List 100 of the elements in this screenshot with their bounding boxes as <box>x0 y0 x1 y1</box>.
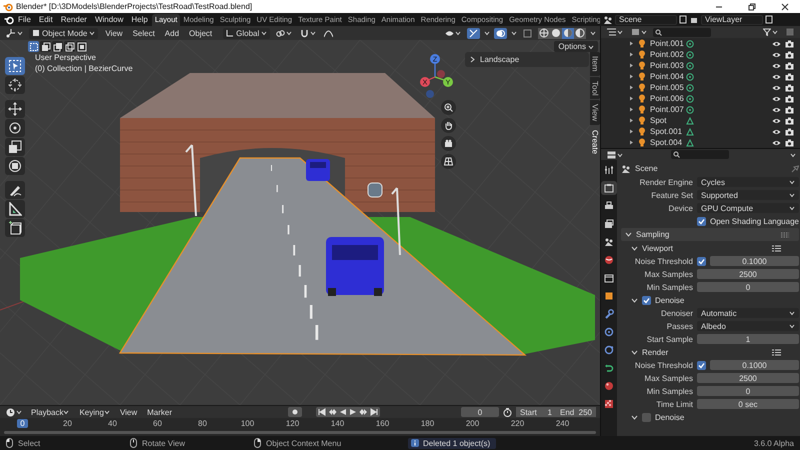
mode-dropdown[interactable]: Object Mode <box>29 28 98 38</box>
number-field[interactable]: 0 <box>697 386 799 396</box>
expand-arrow-icon[interactable] <box>629 96 634 101</box>
menu-item[interactable]: View <box>102 28 126 38</box>
number-field[interactable]: 0 sec <box>697 399 799 409</box>
eye-icon[interactable] <box>772 84 781 92</box>
previous-keyframe-button[interactable] <box>328 408 338 416</box>
subpanel-title[interactable]: Render <box>642 348 668 356</box>
eye-icon[interactable] <box>772 116 781 124</box>
camera-icon[interactable] <box>785 128 794 136</box>
shading-button[interactable] <box>574 28 586 38</box>
properties-tab[interactable] <box>601 181 617 195</box>
number-field[interactable]: 1 <box>697 334 799 344</box>
eye-icon[interactable] <box>772 40 781 48</box>
tool-button[interactable] <box>5 57 25 75</box>
expand-arrow-icon[interactable] <box>629 85 634 90</box>
tool-button[interactable] <box>5 157 25 175</box>
tool-button[interactable] <box>5 76 25 94</box>
next-keyframe-button[interactable] <box>359 408 368 416</box>
tool-button[interactable] <box>5 100 25 118</box>
tool-button[interactable] <box>5 119 25 137</box>
outliner-item[interactable]: Point.003 <box>650 61 682 70</box>
menu-item[interactable]: Object <box>186 28 216 38</box>
select-mode-button[interactable] <box>76 41 87 52</box>
outliner-item[interactable]: Spot.004 <box>650 138 682 147</box>
expand-arrow-icon[interactable] <box>629 118 634 123</box>
menu-item[interactable]: Help <box>127 14 152 25</box>
camera-icon[interactable] <box>785 50 794 58</box>
jump-end-button[interactable] <box>370 408 378 416</box>
shading-button[interactable] <box>562 28 574 38</box>
camera-icon[interactable] <box>785 40 794 48</box>
point-light-icon[interactable] <box>686 50 694 58</box>
menu-item[interactable]: Edit <box>34 14 57 25</box>
search-field[interactable] <box>671 150 729 159</box>
outliner-item[interactable]: Spot.001 <box>650 127 682 136</box>
menu-item[interactable]: Window <box>90 14 128 25</box>
zoom-button[interactable] <box>441 100 456 115</box>
dropdown[interactable]: Supported <box>697 190 799 200</box>
search-field[interactable] <box>653 28 711 36</box>
eye-icon[interactable] <box>772 50 781 58</box>
camera-icon[interactable] <box>785 94 794 102</box>
outliner-item[interactable]: Point.004 <box>650 72 682 81</box>
menu-item[interactable]: Add <box>162 28 182 38</box>
point-light-icon[interactable] <box>686 84 694 92</box>
dropdown[interactable]: Automatic <box>697 308 799 318</box>
menu-item[interactable]: Playback <box>28 408 72 416</box>
checkbox[interactable] <box>642 412 651 422</box>
options-dropdown[interactable]: Options <box>554 41 598 52</box>
outliner-item[interactable]: Point.002 <box>650 50 682 59</box>
tool-button[interactable] <box>5 181 25 199</box>
expand-arrow-icon[interactable] <box>629 74 634 79</box>
xray-button[interactable] <box>521 28 534 38</box>
camera-view-button[interactable] <box>441 136 456 151</box>
camera-icon[interactable] <box>785 116 794 124</box>
expand-arrow-icon[interactable] <box>629 41 634 46</box>
dropdown[interactable]: Cycles <box>697 177 799 187</box>
view-layer-selector[interactable]: ViewLayer <box>701 14 763 24</box>
camera-icon[interactable] <box>785 106 794 114</box>
pin-icon[interactable] <box>790 164 799 172</box>
outliner-item[interactable]: Point.006 <box>650 94 682 103</box>
select-mode-button[interactable] <box>52 41 63 52</box>
display-mode-button[interactable] <box>605 26 625 38</box>
eye-icon[interactable] <box>772 128 781 136</box>
point-light-icon[interactable] <box>686 94 694 102</box>
sidebar-tab[interactable]: Item <box>590 52 600 76</box>
editor-type-button[interactable] <box>4 28 25 38</box>
expand-arrow-icon[interactable] <box>629 129 634 134</box>
proportional-button[interactable] <box>322 28 336 38</box>
camera-icon[interactable] <box>785 138 794 146</box>
menu-item[interactable]: Marker <box>144 408 176 416</box>
spot-light-icon[interactable] <box>686 128 694 136</box>
sidebar-tab[interactable]: View <box>590 100 600 126</box>
expand-arrow-icon[interactable] <box>629 52 634 57</box>
overlay-button[interactable] <box>494 28 507 38</box>
current-frame-field[interactable]: 0 <box>461 407 499 417</box>
expand-arrow-icon[interactable] <box>629 63 634 68</box>
menu-item[interactable]: Keying <box>76 408 113 416</box>
end-frame-field[interactable]: End 250 <box>556 407 596 417</box>
panel-header[interactable]: Landscape <box>465 52 589 67</box>
subpanel-title[interactable]: Denoise <box>655 412 684 422</box>
select-mode-button[interactable] <box>64 41 75 52</box>
editor-type-button[interactable] <box>605 149 625 160</box>
outliner-item[interactable]: Point.005 <box>650 83 682 92</box>
play-reverse-button[interactable] <box>339 408 348 416</box>
dropdown[interactable]: Albedo <box>697 321 799 331</box>
dropdown[interactable]: GPU Compute <box>697 203 799 213</box>
expand-arrow-icon[interactable] <box>629 107 634 112</box>
play-button[interactable] <box>349 408 358 416</box>
start-frame-field[interactable]: Start 1 <box>516 407 556 417</box>
orientation-dropdown[interactable]: Global <box>223 28 270 38</box>
pivot-button[interactable] <box>274 28 294 38</box>
panel-header[interactable]: Sampling <box>621 228 799 241</box>
filter-button[interactable] <box>629 26 649 38</box>
eye-icon[interactable] <box>772 62 781 70</box>
point-light-icon[interactable] <box>686 72 694 80</box>
spot-light-icon[interactable] <box>686 138 694 146</box>
shading-button[interactable] <box>538 28 550 38</box>
sidebar-tab[interactable]: Tool <box>590 76 600 100</box>
camera-icon[interactable] <box>785 84 794 92</box>
eye-icon[interactable] <box>772 138 781 146</box>
